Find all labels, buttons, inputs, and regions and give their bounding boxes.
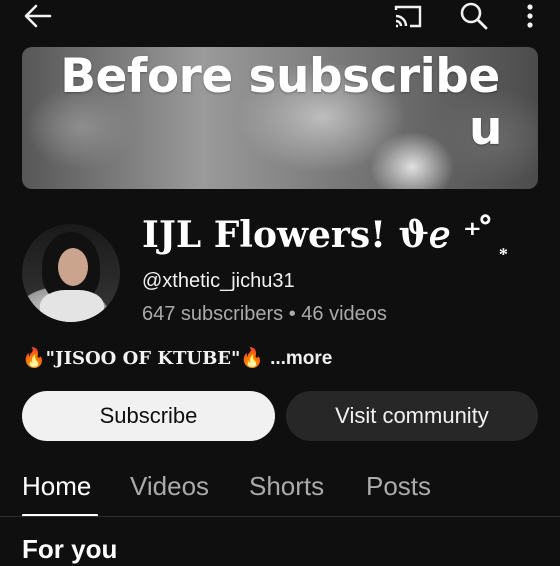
channel-avatar[interactable] [22, 224, 120, 322]
channel-name: IJL Flowers! ϑℯ ⁺ ̊ ͙ [142, 214, 504, 256]
banner-line-1: Before subscribe [60, 49, 500, 104]
more-vert-icon[interactable] [518, 2, 542, 30]
channel-description[interactable]: 🔥"JISOO OF KTUBE"🔥 ...more [22, 345, 332, 373]
tab-home[interactable]: Home [22, 466, 91, 506]
fire-emoji-left: 🔥 [22, 348, 46, 369]
tab-videos[interactable]: Videos [130, 466, 209, 506]
visit-community-button[interactable]: Visit community [286, 391, 538, 441]
tab-posts[interactable]: Posts [366, 466, 431, 506]
more-link[interactable]: ...more [270, 348, 332, 369]
channel-stats: 647 subscribers • 46 videos [142, 303, 387, 325]
channel-banner: Before subscribe u [22, 47, 538, 189]
banner-line-2: u [469, 101, 502, 156]
banner-text: Before subscribe u [22, 51, 538, 155]
section-title: For you [22, 534, 118, 564]
avatar-body [40, 290, 104, 322]
subscribe-button[interactable]: Subscribe [22, 391, 275, 441]
tabs-divider [0, 516, 560, 517]
channel-tabs: Home Videos Shorts Posts [0, 466, 560, 518]
fire-emoji-right: 🔥 [240, 348, 265, 369]
description-text: "JISOO OF KTUBE" [45, 348, 241, 369]
top-app-bar [0, 0, 560, 36]
search-icon[interactable] [458, 0, 490, 32]
avatar-face [58, 248, 88, 286]
cast-icon[interactable] [392, 2, 424, 30]
channel-handle: @xthetic_jichu31 [142, 270, 295, 292]
back-arrow-icon[interactable] [22, 2, 54, 30]
tab-shorts[interactable]: Shorts [249, 466, 324, 506]
